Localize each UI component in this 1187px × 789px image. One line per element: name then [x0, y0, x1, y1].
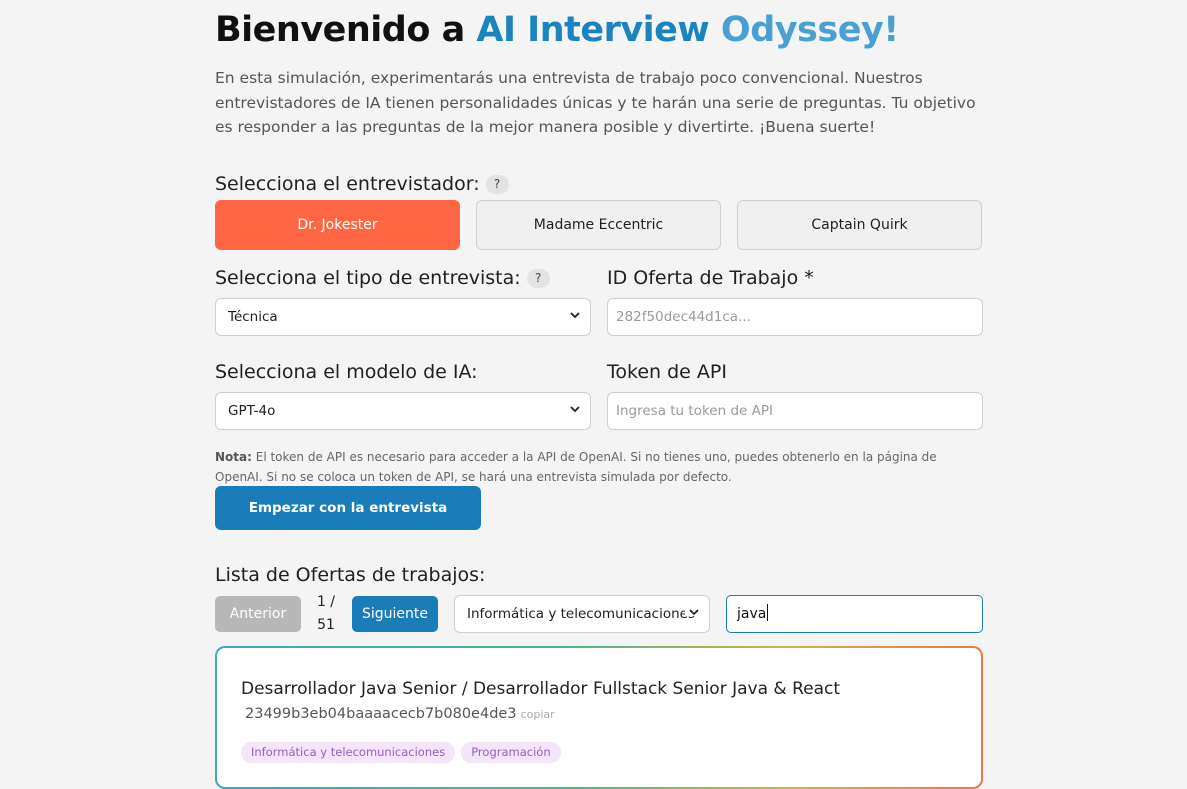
title-prefix: Bienvenido a — [215, 10, 477, 50]
job-id: 23499b3eb04baaaacecb7b080e4de3 copiar — [245, 706, 555, 722]
help-icon[interactable]: ? — [526, 269, 550, 288]
next-page-button[interactable]: Siguiente — [352, 596, 438, 632]
model-label: Selecciona el modelo de IA: — [215, 361, 478, 383]
interview-type-label: Selecciona el tipo de entrevista:? — [215, 267, 550, 289]
chevron-down-icon — [570, 393, 580, 413]
job-card[interactable]: Desarrollador Java Senior / Desarrollado… — [215, 646, 983, 789]
search-value: java — [737, 606, 767, 622]
job-offer-id-label: ID Oferta de Trabajo * — [607, 267, 814, 289]
category-select[interactable]: Informática y telecomunicaciones — [454, 595, 710, 633]
page-current: 1 / — [316, 594, 336, 610]
job-search-input[interactable]: java — [726, 595, 983, 633]
category-value: Informática y telecomunicaciones — [467, 606, 695, 622]
start-interview-button[interactable]: Empezar con la entrevista — [215, 486, 481, 530]
job-title: Desarrollador Java Senior / Desarrollado… — [241, 679, 841, 699]
interview-type-value: Técnica — [228, 309, 278, 325]
interviewer-label-text: Selecciona el entrevistador: — [215, 173, 480, 195]
interviewer-captain-quirk-button[interactable]: Captain Quirk — [737, 200, 982, 250]
interview-type-select[interactable]: Técnica — [215, 298, 591, 336]
job-card-inner: Desarrollador Java Senior / Desarrollado… — [217, 648, 981, 787]
job-list-label: Lista de Ofertas de trabajos: — [215, 564, 486, 586]
chevron-down-icon — [570, 299, 580, 319]
copy-link[interactable]: copiar — [521, 708, 555, 721]
chevron-down-icon — [685, 596, 699, 616]
tag-programming: Programación — [461, 742, 561, 763]
interview-type-label-text: Selecciona el tipo de entrevista: — [215, 267, 521, 289]
interviewer-dr-jokester-button[interactable]: Dr. Jokester — [215, 200, 460, 250]
note-bold: Nota: — [215, 450, 252, 464]
api-token-input[interactable]: Ingresa tu token de API — [607, 392, 983, 430]
title-brand-odyssey: Odyssey — [709, 10, 884, 50]
job-tags: Informática y telecomunicaciones Program… — [241, 742, 561, 763]
api-token-label: Token de API — [607, 361, 727, 383]
help-icon[interactable]: ? — [485, 175, 509, 194]
api-token-note: Nota: El token de API es necesario para … — [215, 447, 985, 487]
model-select[interactable]: GPT-4o — [215, 392, 591, 430]
tag-category: Informática y telecomunicaciones — [241, 742, 456, 763]
title-suffix: ! — [883, 10, 899, 50]
page-total: 51 — [317, 617, 335, 633]
page-title: Bienvenido a AI Interview Odyssey! — [215, 10, 899, 50]
job-offer-id-input[interactable]: 282f50dec44d1ca... — [607, 298, 983, 336]
text-caret — [767, 604, 769, 621]
note-text: El token de API es necesario para accede… — [215, 450, 937, 484]
title-brand-ai: AI Interview — [476, 10, 710, 50]
job-id-value: 23499b3eb04baaaacecb7b080e4de3 — [245, 706, 517, 722]
interviewer-label: Selecciona el entrevistador:? — [215, 173, 509, 195]
previous-page-button[interactable]: Anterior — [215, 596, 301, 632]
page-indicator: 1 / 51 — [311, 591, 341, 637]
interviewer-madame-eccentric-button[interactable]: Madame Eccentric — [476, 200, 721, 250]
model-value: GPT-4o — [228, 403, 276, 419]
intro-text: En esta simulación, experimentarás una e… — [215, 69, 976, 136]
